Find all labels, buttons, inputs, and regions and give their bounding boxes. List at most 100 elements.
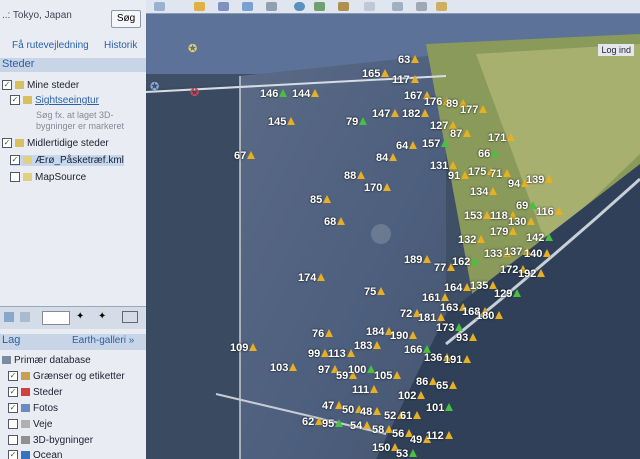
- placemark-marker[interactable]: 145: [268, 116, 296, 128]
- polygon-icon[interactable]: [218, 2, 229, 11]
- layer-roads[interactable]: Veje: [8, 419, 52, 430]
- layer-3d[interactable]: 3D-bygninger: [8, 435, 93, 446]
- planet-icon[interactable]: [338, 2, 349, 11]
- checkbox-icon[interactable]: ✓: [2, 138, 12, 149]
- move-up-icon[interactable]: ✦: [76, 311, 84, 322]
- placemark-marker[interactable]: 177: [460, 104, 488, 116]
- checkbox-icon[interactable]: ✓: [8, 450, 18, 459]
- placemark-marker[interactable]: 99: [308, 348, 330, 360]
- placemark-marker[interactable]: 86: [416, 376, 438, 388]
- placemark-marker[interactable]: 162: [452, 256, 480, 268]
- placemark-marker[interactable]: 54: [350, 420, 372, 432]
- placemark-marker[interactable]: 153: [464, 210, 492, 222]
- placemark-marker[interactable]: 102: [398, 390, 426, 402]
- placemark-marker[interactable]: 129: [494, 288, 522, 300]
- layer-places[interactable]: ✓ Steder: [8, 387, 62, 398]
- placemark-marker[interactable]: 182: [402, 108, 430, 120]
- placemark-marker[interactable]: 64: [396, 140, 418, 152]
- placemark-marker[interactable]: 75: [364, 286, 386, 298]
- placemark-marker[interactable]: 134: [470, 186, 498, 198]
- overlay-icon[interactable]: [266, 2, 277, 11]
- placemark-marker[interactable]: 192: [518, 268, 546, 280]
- placemark-marker[interactable]: 62: [302, 416, 324, 428]
- checkbox-icon[interactable]: [8, 419, 18, 430]
- panel-icon[interactable]: [4, 312, 14, 322]
- placemark-marker[interactable]: 109: [230, 342, 258, 354]
- placemark-marker[interactable]: 105: [374, 370, 402, 382]
- path-icon[interactable]: [242, 2, 253, 11]
- checkbox-icon[interactable]: ✓: [2, 80, 12, 91]
- placemark-marker[interactable]: 67: [234, 150, 256, 162]
- placemark-marker[interactable]: 95: [322, 418, 344, 430]
- placemark-marker[interactable]: 103: [270, 362, 298, 374]
- ruler-icon[interactable]: [364, 2, 375, 11]
- checkbox-icon[interactable]: ✓: [8, 371, 18, 382]
- placemark-marker[interactable]: 146: [260, 88, 288, 100]
- maps-icon[interactable]: [436, 2, 447, 11]
- placemark-marker[interactable]: 48: [360, 406, 382, 418]
- placemark-marker[interactable]: 91: [448, 170, 470, 182]
- window-icon[interactable]: [122, 311, 138, 323]
- placemark-marker[interactable]: 144: [292, 88, 320, 100]
- search-button[interactable]: Søg: [111, 10, 141, 28]
- sightseeing-link[interactable]: Sightseeingtur: [35, 95, 99, 106]
- home-icon[interactable]: ✪: [190, 86, 199, 99]
- login-button[interactable]: Log ind: [598, 44, 634, 56]
- placemark-marker[interactable]: 84: [376, 152, 398, 164]
- placemark-marker[interactable]: 147: [372, 108, 400, 120]
- placemark-marker[interactable]: 66: [478, 148, 500, 160]
- placemark-marker[interactable]: 157: [422, 138, 450, 150]
- temp-places-item[interactable]: ✓ Midlertidige steder: [2, 138, 109, 149]
- checkbox-icon[interactable]: [10, 172, 20, 183]
- placemark-icon[interactable]: [194, 2, 205, 11]
- placemark-marker[interactable]: 58: [372, 424, 394, 436]
- placemark-marker[interactable]: 112: [426, 430, 453, 442]
- placemark-marker[interactable]: 190: [390, 330, 418, 342]
- checkbox-icon[interactable]: ✓: [8, 387, 18, 398]
- move-down-icon[interactable]: ✦: [98, 311, 106, 322]
- panel-toggle-icon[interactable]: [20, 312, 30, 322]
- route-link[interactable]: Få rutevejledning: [12, 40, 89, 51]
- placemark-marker[interactable]: 171: [488, 132, 516, 144]
- placemark-marker[interactable]: 113: [328, 348, 355, 360]
- layer-borders[interactable]: ✓ Grænser og etiketter: [8, 371, 125, 382]
- kml-file-item[interactable]: ✓ Ærø_Påsketræf.kml: [10, 155, 124, 166]
- earth-gallery-link[interactable]: Earth-galleri »: [72, 335, 134, 346]
- placemark-marker[interactable]: 165: [362, 68, 390, 80]
- checkbox-icon[interactable]: ✓: [10, 155, 20, 166]
- placemark-marker[interactable]: 68: [324, 216, 346, 228]
- checkbox-icon[interactable]: [8, 435, 18, 446]
- placemark-marker[interactable]: 191: [444, 354, 472, 366]
- placemark-marker[interactable]: 170: [364, 182, 392, 194]
- placemark-marker[interactable]: 47: [322, 400, 344, 412]
- placemark-marker[interactable]: 76: [312, 328, 334, 340]
- satellite-map[interactable]: ✪ ✪ ✪ Log ind 63 165 117 146 144 167 176 89 177 1…: [146, 14, 640, 459]
- globe-icon[interactable]: [294, 2, 305, 11]
- placemark-marker[interactable]: 140: [524, 248, 552, 260]
- mapsource-item[interactable]: MapSource: [10, 172, 86, 183]
- placemark-marker[interactable]: 61: [400, 410, 422, 422]
- placemark-marker[interactable]: 116: [536, 206, 563, 218]
- layer-ocean[interactable]: ✓ Ocean: [8, 450, 62, 459]
- placemark-marker[interactable]: 53: [396, 448, 418, 459]
- layer-photos[interactable]: ✓ Fotos: [8, 403, 58, 414]
- placemark-marker[interactable]: 88: [344, 170, 366, 182]
- placemark-marker[interactable]: 183: [354, 340, 382, 352]
- placemark-marker[interactable]: 179: [490, 226, 518, 238]
- placemark-marker[interactable]: 132: [458, 234, 486, 246]
- placemark-marker[interactable]: 111: [352, 384, 379, 396]
- layers-header[interactable]: Lag Earth-galleri »: [0, 334, 146, 350]
- sightseeing-item[interactable]: ✓ Sightseeingtur: [10, 95, 99, 106]
- placemark-marker[interactable]: 65: [436, 380, 458, 392]
- placemark-marker[interactable]: 79: [346, 116, 368, 128]
- sidebar-toggle-icon[interactable]: [154, 2, 165, 11]
- blue-star-icon[interactable]: ✪: [150, 80, 159, 93]
- email-icon[interactable]: [392, 2, 403, 11]
- star-icon[interactable]: ✪: [188, 42, 197, 55]
- my-places-item[interactable]: ✓ Mine steder: [2, 80, 79, 91]
- history-link[interactable]: Historik: [104, 40, 137, 51]
- placemark-marker[interactable]: 101: [426, 402, 454, 414]
- placemark-marker[interactable]: 63: [398, 54, 420, 66]
- opacity-input[interactable]: [42, 311, 70, 325]
- placemark-marker[interactable]: 189: [404, 254, 432, 266]
